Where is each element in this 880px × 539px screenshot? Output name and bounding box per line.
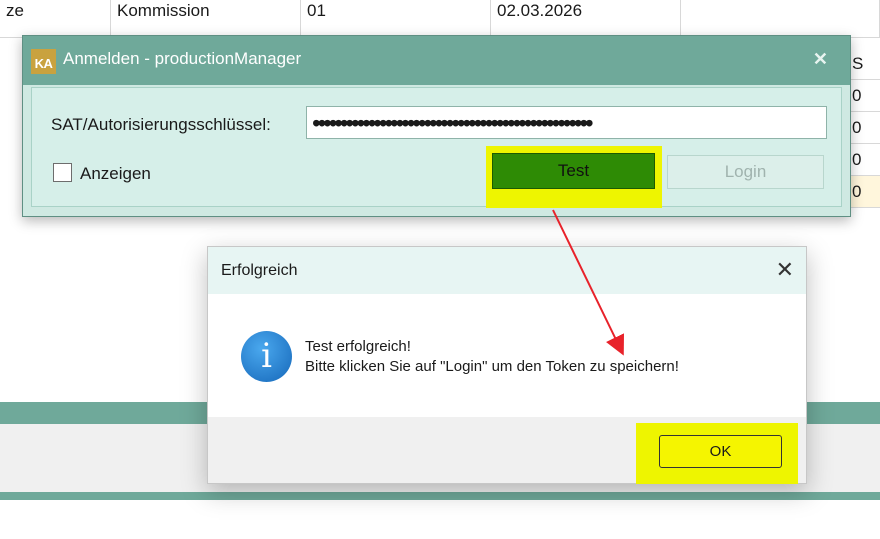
login-form: SAT/Autorisierungsschlüssel: ●●●●●●●●●●●… bbox=[31, 87, 842, 207]
close-icon[interactable]: ✕ bbox=[813, 49, 828, 70]
login-title-bar[interactable]: KA Anmelden - productionManager ✕ bbox=[23, 36, 850, 85]
login-button[interactable]: Login bbox=[667, 155, 824, 189]
success-dialog: Erfolgreich ✕ i Test erfolgreich! Bitte … bbox=[207, 246, 807, 484]
table-cell: 01 bbox=[301, 0, 491, 37]
table-cell: 0 bbox=[848, 80, 880, 112]
login-window-title: Anmelden - productionManager bbox=[63, 49, 302, 68]
dialog-title: Erfolgreich bbox=[221, 262, 298, 279]
show-key-label[interactable]: Anzeigen bbox=[80, 164, 151, 184]
table-cell: 02.03.2026 bbox=[491, 0, 681, 37]
dialog-message: Test erfolgreich! Bitte klicken Sie auf … bbox=[305, 337, 679, 377]
close-icon[interactable]: ✕ bbox=[776, 257, 794, 283]
login-window: KA Anmelden - productionManager ✕ SAT/Au… bbox=[22, 35, 851, 217]
show-key-checkbox[interactable] bbox=[53, 163, 72, 182]
info-icon: i bbox=[241, 331, 292, 382]
table-cell: Kommission bbox=[111, 0, 301, 37]
dialog-title-bar[interactable]: Erfolgreich ✕ bbox=[208, 247, 806, 294]
message-line: Bitte klicken Sie auf "Login" um den Tok… bbox=[305, 358, 679, 375]
table-cell: 0 bbox=[848, 144, 880, 176]
key-label: SAT/Autorisierungsschlüssel: bbox=[51, 115, 271, 134]
table-cell: 0 bbox=[848, 176, 880, 208]
message-line: Test erfolgreich! bbox=[305, 338, 411, 355]
table-cell: 0 bbox=[848, 112, 880, 144]
table-cell bbox=[681, 0, 880, 37]
background-status-band bbox=[0, 492, 880, 500]
test-button[interactable]: Test bbox=[492, 153, 655, 189]
table-cell: S bbox=[848, 48, 880, 80]
ok-button[interactable]: OK bbox=[659, 435, 782, 468]
app-logo: KA bbox=[31, 49, 56, 74]
table-cell: ze bbox=[0, 0, 111, 37]
table-row[interactable]: ze Kommission 01 02.03.2026 bbox=[0, 0, 880, 38]
authorization-key-input[interactable]: ●●●●●●●●●●●●●●●●●●●●●●●●●●●●●●●●●●●●●●●●… bbox=[306, 106, 827, 139]
